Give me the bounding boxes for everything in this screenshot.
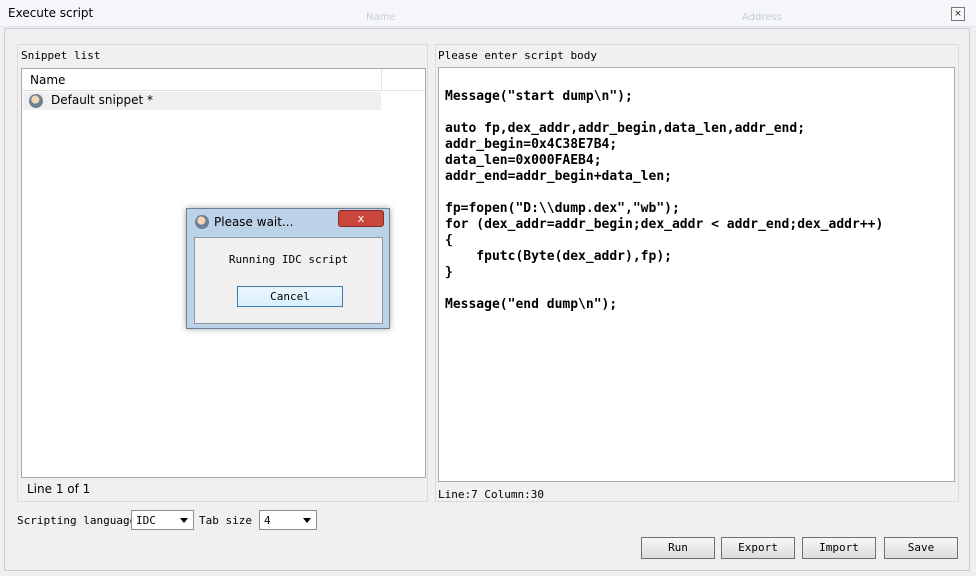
script-body-label: Please enter script body bbox=[438, 49, 597, 62]
snippet-status: Line 1 of 1 bbox=[27, 482, 91, 496]
cursor-position: Line:7 Column:30 bbox=[438, 488, 544, 501]
script-editor[interactable]: Message("start dump\n"); auto fp,dex_add… bbox=[438, 67, 955, 482]
run-button[interactable]: Run bbox=[641, 537, 715, 559]
language-value: IDC bbox=[136, 514, 156, 527]
background-column-address: Address bbox=[742, 12, 782, 23]
chevron-down-icon bbox=[180, 518, 188, 523]
script-code[interactable]: Message("start dump\n"); auto fp,dex_add… bbox=[445, 89, 883, 313]
export-button[interactable]: Export bbox=[721, 537, 795, 559]
list-header: Name bbox=[22, 69, 425, 91]
dialog-title: Please wait... bbox=[214, 215, 294, 229]
window-title: Execute script bbox=[8, 6, 94, 20]
user-avatar-icon bbox=[195, 215, 209, 229]
window-close-button[interactable]: × bbox=[951, 7, 965, 21]
window-titlebar: Execute script Name Address × bbox=[0, 0, 976, 27]
name-column-header[interactable]: Name bbox=[22, 69, 382, 91]
tab-size-value: 4 bbox=[264, 514, 271, 527]
tab-size-select[interactable]: 4 bbox=[259, 510, 317, 530]
user-avatar-icon bbox=[29, 94, 43, 108]
snippet-list-label: Snippet list bbox=[21, 49, 101, 62]
dialog-content: Running IDC script Cancel bbox=[194, 237, 383, 324]
save-button[interactable]: Save bbox=[884, 537, 958, 559]
scripting-language-label: Scripting language bbox=[17, 514, 137, 527]
background-column-name: Name bbox=[366, 12, 396, 23]
please-wait-dialog: Please wait... x Running IDC script Canc… bbox=[186, 208, 390, 329]
dialog-message: Running IDC script bbox=[228, 253, 349, 266]
snippet-item[interactable]: Default snippet * bbox=[23, 92, 381, 110]
snippet-item-label: Default snippet * bbox=[51, 93, 153, 107]
tab-size-label: Tab size bbox=[199, 514, 252, 527]
chevron-down-icon bbox=[303, 518, 311, 523]
cancel-button[interactable]: Cancel bbox=[237, 286, 343, 307]
dialog-close-button[interactable]: x bbox=[338, 210, 384, 227]
language-select[interactable]: IDC bbox=[131, 510, 194, 530]
import-button[interactable]: Import bbox=[802, 537, 876, 559]
